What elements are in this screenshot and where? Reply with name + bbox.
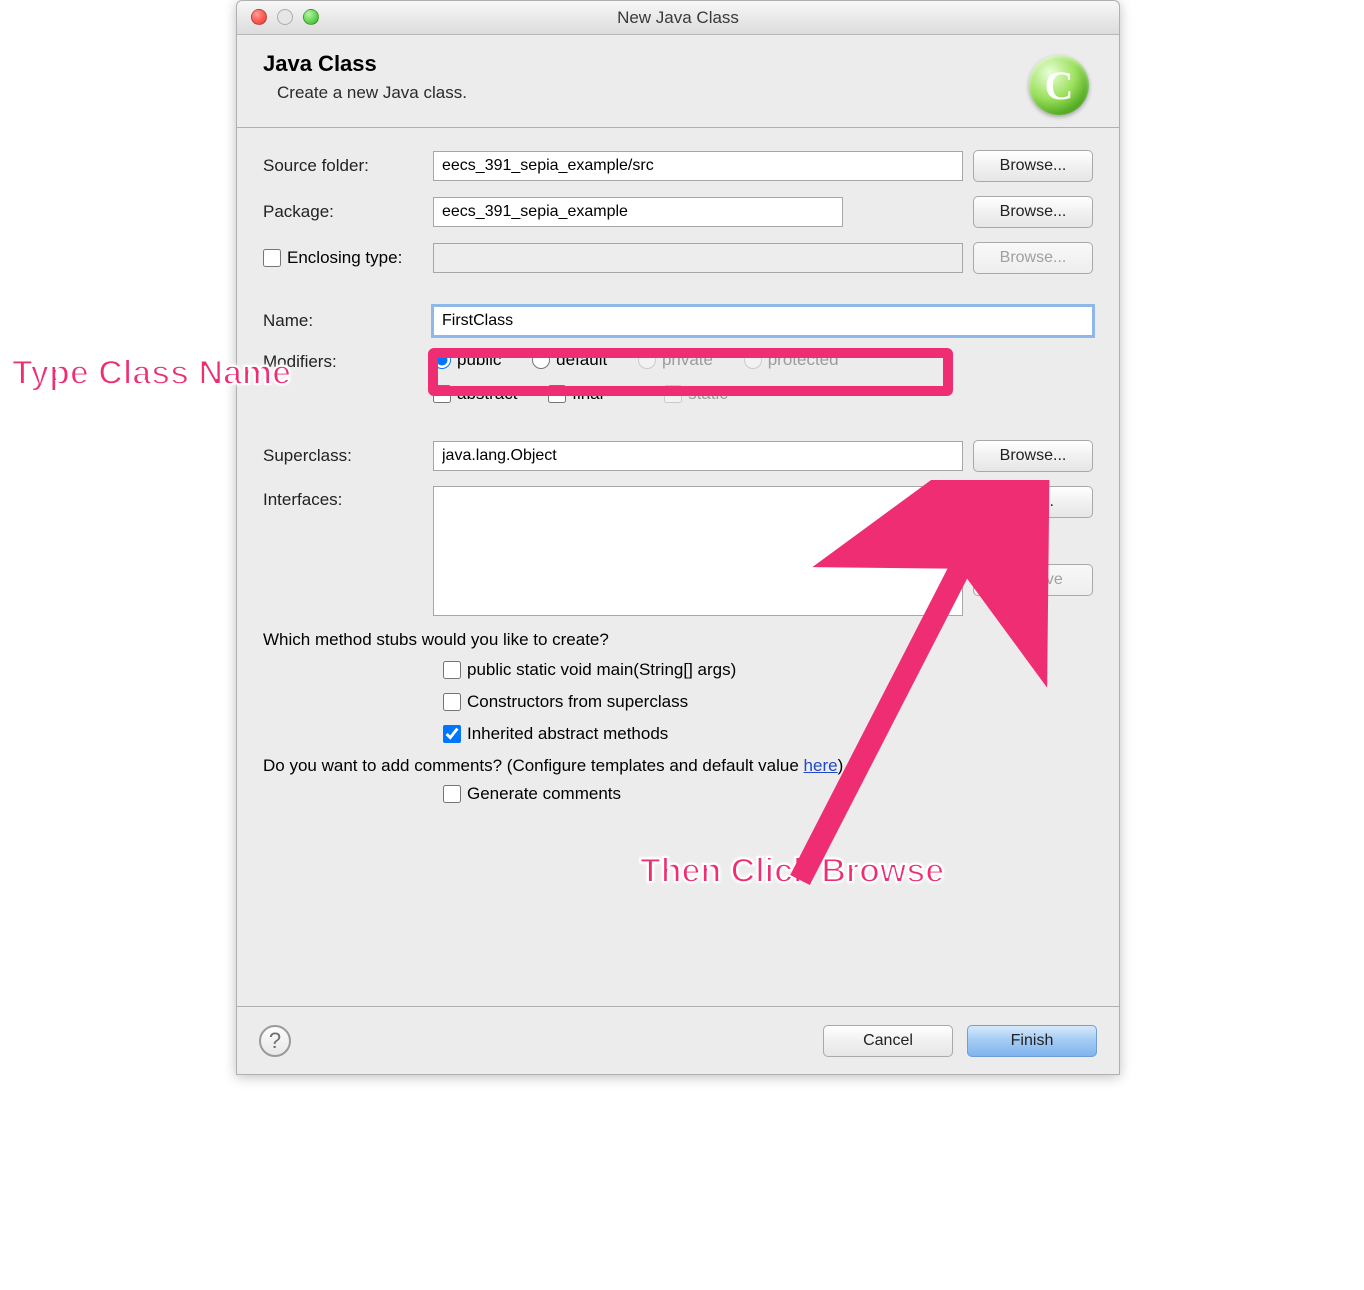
modifier-static-text: static — [688, 384, 728, 404]
stub-main-text: public static void main(String[] args) — [467, 660, 736, 680]
modifier-protected: protected — [744, 350, 839, 370]
name-row: Name: — [263, 306, 1093, 336]
comments-question-suffix: ) — [838, 756, 844, 775]
generate-comments-text: Generate comments — [467, 784, 621, 804]
window-title: New Java Class — [617, 8, 739, 28]
comments-question: Do you want to add comments? (Configure … — [263, 756, 1093, 776]
dialog-subtitle: Create a new Java class. — [277, 83, 1093, 103]
class-icon: C — [1029, 55, 1093, 119]
modifier-public[interactable]: public — [433, 350, 501, 370]
package-browse-button[interactable]: Browse... — [973, 196, 1093, 228]
name-input[interactable] — [433, 306, 1093, 336]
superclass-browse-button[interactable]: Browse... — [973, 440, 1093, 472]
zoom-window-icon[interactable] — [303, 9, 319, 25]
stub-constructors-text: Constructors from superclass — [467, 692, 688, 712]
interfaces-add-button[interactable]: Add... — [973, 486, 1093, 518]
modifiers-label: Modifiers: — [263, 350, 423, 372]
stub-inherited[interactable]: Inherited abstract methods — [443, 724, 668, 744]
interfaces-row: Interfaces: Add... Remove — [263, 486, 1093, 616]
dialog-footer: ? Cancel Finish — [237, 1006, 1119, 1074]
modifier-static-checkbox — [664, 385, 682, 403]
modifier-final-text: final — [572, 384, 603, 404]
generate-comments-checkbox[interactable] — [443, 785, 461, 803]
modifiers-row: Modifiers: public default private protec… — [263, 350, 1093, 408]
enclosing-type-check-label[interactable]: Enclosing type: — [263, 248, 423, 268]
superclass-input[interactable] — [433, 441, 963, 471]
package-label: Package: — [263, 202, 423, 222]
superclass-label: Superclass: — [263, 446, 423, 466]
modifier-public-radio[interactable] — [433, 351, 451, 369]
enclosing-type-browse-button: Browse... — [973, 242, 1093, 274]
method-stubs-question: Which method stubs would you like to cre… — [263, 630, 1093, 650]
modifier-default-text: default — [556, 350, 607, 370]
interfaces-list[interactable] — [433, 486, 963, 616]
window-controls — [251, 9, 319, 25]
interfaces-label: Interfaces: — [263, 486, 423, 510]
modifier-protected-text: protected — [768, 350, 839, 370]
enclosing-type-checkbox[interactable] — [263, 249, 281, 267]
enclosing-type-input — [433, 243, 963, 273]
package-row: Package: Browse... — [263, 196, 1093, 228]
dialog-title: Java Class — [263, 51, 1093, 77]
modifier-abstract[interactable]: abstract — [433, 384, 517, 404]
modifier-default-radio[interactable] — [532, 351, 550, 369]
package-input[interactable] — [433, 197, 843, 227]
modifier-private-text: private — [662, 350, 713, 370]
comments-question-prefix: Do you want to add comments? (Configure … — [263, 756, 804, 775]
modifier-public-text: public — [457, 350, 501, 370]
superclass-row: Superclass: Browse... — [263, 440, 1093, 472]
modifier-abstract-text: abstract — [457, 384, 517, 404]
stub-main-checkbox[interactable] — [443, 661, 461, 679]
finish-button[interactable]: Finish — [967, 1025, 1097, 1057]
source-folder-input[interactable] — [433, 151, 963, 181]
new-java-class-window: New Java Class Java Class Create a new J… — [236, 0, 1120, 1075]
modifier-default[interactable]: default — [532, 350, 607, 370]
method-stubs-section: Which method stubs would you like to cre… — [263, 630, 1093, 748]
source-folder-browse-button[interactable]: Browse... — [973, 150, 1093, 182]
modifier-private-radio — [638, 351, 656, 369]
modifier-final[interactable]: final — [548, 384, 603, 404]
modifier-private: private — [638, 350, 713, 370]
source-folder-label: Source folder: — [263, 156, 423, 176]
stub-constructors[interactable]: Constructors from superclass — [443, 692, 688, 712]
minimize-window-icon[interactable] — [277, 9, 293, 25]
stub-inherited-checkbox[interactable] — [443, 725, 461, 743]
class-letter-icon: C — [1029, 55, 1089, 115]
interfaces-remove-button: Remove — [973, 564, 1093, 596]
comments-here-link[interactable]: here — [804, 756, 838, 775]
enclosing-type-label: Enclosing type: — [287, 248, 402, 268]
modifier-static: static — [664, 384, 728, 404]
close-window-icon[interactable] — [251, 9, 267, 25]
modifiers-group: public default private protected abstrac… — [433, 350, 1093, 408]
titlebar: New Java Class — [237, 1, 1119, 35]
cancel-button[interactable]: Cancel — [823, 1025, 953, 1057]
modifier-final-checkbox[interactable] — [548, 385, 566, 403]
name-label: Name: — [263, 311, 423, 331]
stub-inherited-text: Inherited abstract methods — [467, 724, 668, 744]
source-folder-row: Source folder: Browse... — [263, 150, 1093, 182]
enclosing-type-row: Enclosing type: Browse... — [263, 242, 1093, 274]
stub-main[interactable]: public static void main(String[] args) — [443, 660, 736, 680]
form-area: Source folder: Browse... Package: Browse… — [237, 128, 1119, 826]
generate-comments[interactable]: Generate comments — [443, 784, 621, 804]
modifier-abstract-checkbox[interactable] — [433, 385, 451, 403]
dialog-header: Java Class Create a new Java class. C — [237, 35, 1119, 127]
stub-constructors-checkbox[interactable] — [443, 693, 461, 711]
help-icon[interactable]: ? — [259, 1025, 291, 1057]
modifier-protected-radio — [744, 351, 762, 369]
